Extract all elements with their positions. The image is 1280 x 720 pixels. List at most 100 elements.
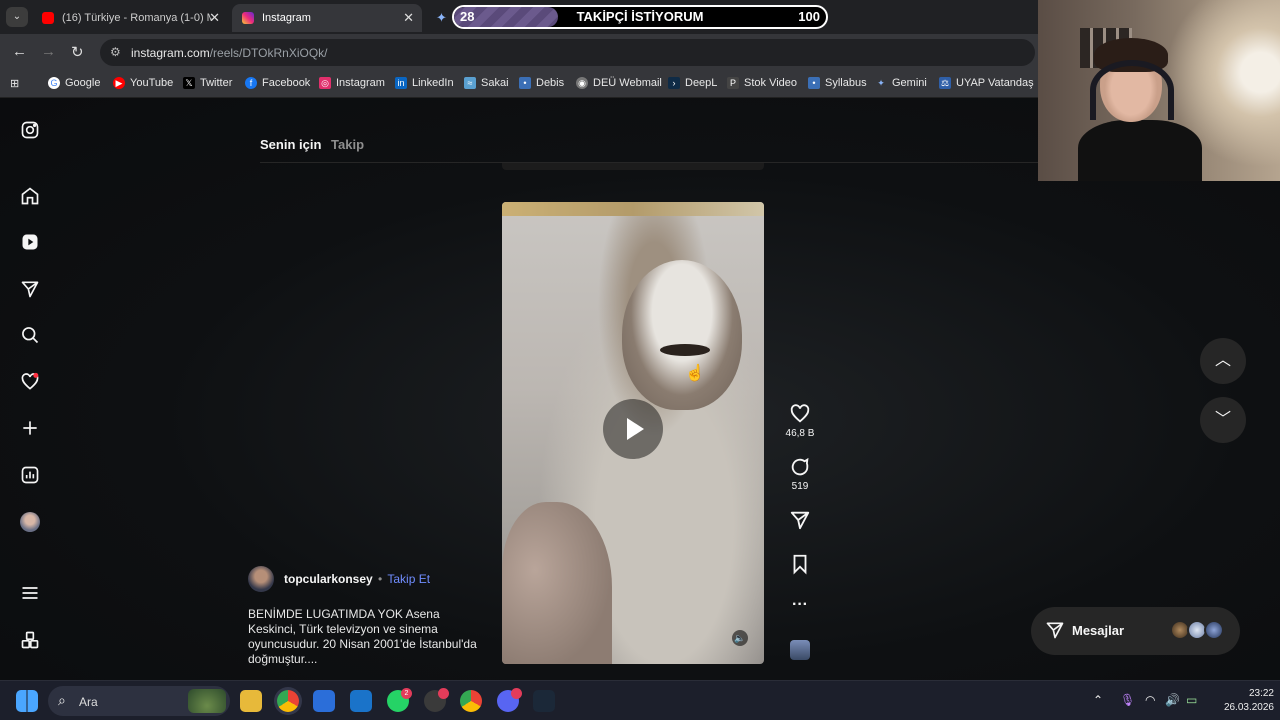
tab-following[interactable]: Takip: [331, 137, 364, 152]
headset: [1090, 60, 1174, 120]
reels-icon[interactable]: [20, 232, 40, 252]
next-reel-button[interactable]: ﹀: [1200, 397, 1246, 443]
site-settings-icon[interactable]: ⚙: [110, 45, 121, 59]
file-explorer-icon[interactable]: [240, 690, 262, 712]
chrome-icon[interactable]: [277, 690, 299, 712]
bookmark-gemini[interactable]: ✦ Gemini: [875, 77, 927, 89]
apps-grid-icon[interactable]: ⊞: [10, 77, 19, 90]
previous-reel-edge: [502, 163, 764, 170]
profile-avatar[interactable]: [20, 512, 40, 532]
windows-taskbar: ⌕ Ara 2 ⌃ 🎙 ◠ 🔊 ▭ 23:22 26.03.2026: [0, 680, 1280, 720]
url-field[interactable]: ⚙ instagram.com/reels/DTOkRnXiOQk/: [100, 39, 1035, 66]
follow-button[interactable]: Takip Et: [387, 572, 430, 586]
reel-video[interactable]: 🔈: [502, 202, 764, 664]
messages-label: Mesajlar: [1072, 623, 1125, 638]
bookmark-google[interactable]: G Google: [48, 77, 100, 89]
also-from-meta-icon[interactable]: [20, 630, 40, 650]
video-top-strip: [502, 202, 764, 216]
tray-overflow-icon[interactable]: ⌃: [1093, 693, 1103, 707]
clock-date: 26.03.2026: [1223, 702, 1274, 713]
bookmark-sakai[interactable]: ≈ Sakai: [464, 77, 509, 89]
dashboard-icon[interactable]: [20, 465, 40, 485]
windows-start-icon[interactable]: [16, 690, 38, 712]
close-icon[interactable]: ✕: [403, 10, 414, 26]
url-path: /reels/DTOkRnXiOQk/: [209, 46, 328, 60]
bookmark-debis[interactable]: • Debis: [519, 77, 564, 89]
play-icon[interactable]: [603, 399, 663, 459]
share-button[interactable]: [785, 509, 815, 531]
bookmark-youtube[interactable]: ▶ YouTube: [113, 77, 173, 89]
chrome-profile-icon[interactable]: [460, 690, 482, 712]
reel-caption[interactable]: BENİMDE LUGATIMDA YOK Asena Keskinci, Tü…: [248, 607, 488, 667]
heart-icon: [790, 404, 810, 423]
audio-thumbnail[interactable]: [790, 640, 810, 660]
tab-instagram[interactable]: Instagram ✕: [232, 4, 422, 32]
discord-badge: [511, 688, 522, 699]
wifi-icon[interactable]: ◠: [1145, 693, 1155, 707]
volume-icon[interactable]: 🔈: [732, 630, 748, 646]
bookmark-syllabus[interactable]: • Syllabus: [808, 77, 867, 89]
direct-messages-icon[interactable]: [20, 279, 40, 299]
save-button[interactable]: [785, 553, 815, 575]
instagram-logo-icon[interactable]: [20, 120, 40, 140]
video-person-arm: [502, 502, 612, 664]
bookmark-uyap-vatandas[interactable]: ⚖ UYAP Vatandaş: [939, 77, 1034, 89]
video-person-mustache: [660, 344, 710, 356]
bookmark-deu-webmail[interactable]: ◉ DEÜ Webmail: [576, 77, 662, 89]
microphone-icon[interactable]: 🎙: [1120, 693, 1135, 707]
forward-icon[interactable]: →: [41, 43, 56, 60]
youtube-icon: [42, 12, 54, 24]
close-icon[interactable]: ✕: [209, 10, 220, 26]
author-separator: •: [378, 572, 383, 586]
bookmark-deepl[interactable]: › DeepL: [668, 77, 717, 89]
search-icon: ⌕: [58, 692, 66, 708]
url-text: instagram.com/reels/DTOkRnXiOQk/: [131, 46, 328, 60]
taskbar-search[interactable]: ⌕ Ara: [48, 686, 230, 716]
comment-icon: [791, 457, 809, 476]
tab-for-you[interactable]: Senin için: [260, 137, 321, 152]
mouse-cursor-icon: ☝: [685, 365, 705, 382]
steam-icon[interactable]: [533, 690, 555, 712]
home-icon[interactable]: [20, 186, 40, 206]
chevron-up-icon: ︿: [1214, 352, 1231, 369]
webcam-overlay: [1038, 0, 1280, 181]
messages-button[interactable]: Mesajlar: [1031, 607, 1240, 655]
bookmark-twitter[interactable]: 𝕏 Twitter: [183, 77, 232, 89]
previous-reel-button[interactable]: ︿: [1200, 338, 1246, 384]
instagram-icon: [242, 12, 254, 24]
clock[interactable]: 23:22 26.03.2026: [1212, 687, 1274, 715]
tab-title: Instagram: [262, 12, 311, 24]
search-icon[interactable]: [20, 325, 40, 345]
more-options-icon[interactable]: ···: [785, 596, 815, 614]
battery-icon[interactable]: ▭: [1186, 693, 1197, 707]
comment-button[interactable]: 519: [785, 456, 815, 492]
bookmark-facebook[interactable]: f Facebook: [245, 77, 310, 89]
like-button[interactable]: 46,8 B: [785, 403, 815, 439]
follower-goal-target: 100: [798, 9, 820, 24]
mail-icon[interactable]: [350, 690, 372, 712]
create-plus-icon[interactable]: [20, 418, 40, 438]
tab-youtube[interactable]: (16) Türkiye - Romanya (1-0) M ✕: [32, 4, 228, 32]
volume-icon[interactable]: 🔊: [1165, 693, 1180, 707]
more-menu-icon[interactable]: [20, 583, 40, 603]
chevron-down-icon: ﹀: [1214, 411, 1231, 428]
notifications-heart-icon[interactable]: [20, 372, 40, 392]
tab-title: (16) Türkiye - Romanya (1-0) M: [62, 12, 212, 24]
bookmark-linkedin[interactable]: in LinkedIn: [395, 77, 454, 89]
bookmark-instagram[interactable]: ◎ Instagram: [319, 77, 385, 89]
tab-search-chevron-icon[interactable]: ⌄: [6, 7, 28, 27]
message-avatar: [1204, 620, 1224, 640]
bookmark-stok-video[interactable]: P Stok Video: [727, 77, 797, 89]
clock-time: 23:22: [1248, 688, 1274, 699]
address-bar-row: ← → ↻ ⚙ instagram.com/reels/DTOkRnXiOQk/: [0, 34, 1040, 70]
reload-icon[interactable]: ↻: [71, 43, 84, 61]
gemini-sparkle-icon[interactable]: ✦: [436, 10, 447, 26]
author-avatar[interactable]: [248, 566, 274, 592]
share-icon: [790, 511, 810, 530]
author-username[interactable]: topcularkonsey: [284, 572, 373, 586]
bookmark-icon: [793, 554, 807, 575]
url-host: instagram.com: [131, 46, 210, 60]
microsoft-store-icon[interactable]: [313, 690, 335, 712]
whatsapp-badge: 2: [401, 688, 412, 699]
back-icon[interactable]: ←: [12, 43, 27, 60]
